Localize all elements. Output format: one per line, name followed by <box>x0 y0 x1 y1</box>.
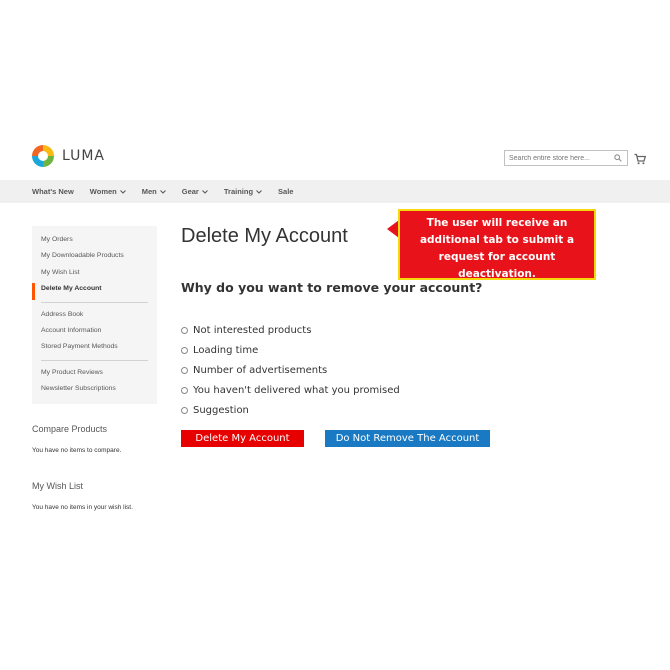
reason-options: Not interested products Loading time Numbe… <box>181 320 400 420</box>
search-icon[interactable] <box>611 151 625 165</box>
luma-logo[interactable]: LUMA <box>32 145 105 167</box>
reason-option-label: Suggestion <box>193 404 249 416</box>
main-navigation: What's New Women Men Gear Training Sale <box>0 180 670 203</box>
reason-option-label: You haven't delivered what you promised <box>193 384 400 396</box>
chevron-down-icon <box>256 187 262 196</box>
radio-button[interactable] <box>181 386 188 394</box>
reason-option[interactable]: Not interested products <box>181 320 400 340</box>
chevron-down-icon <box>202 187 208 196</box>
nav-item-label: Sale <box>278 187 294 196</box>
sidebar-item-my-downloadable-products[interactable]: My Downloadable Products <box>32 250 157 266</box>
sidebar-divider <box>41 301 148 303</box>
callout-annotation: The user will receive an additional tab … <box>398 209 596 280</box>
nav-item-label: Gear <box>181 187 199 196</box>
nav-item-what-s-new[interactable]: What's New <box>32 187 74 196</box>
search-box <box>504 150 628 166</box>
chevron-down-icon <box>119 187 126 196</box>
compare-products-text: You have no items to compare. <box>32 447 122 454</box>
reason-option-label: Loading time <box>193 344 259 356</box>
reason-option[interactable]: Number of advertisements <box>181 360 400 380</box>
sidebar-item-newsletter-subscriptions[interactable]: Newsletter Subscriptions <box>32 383 157 399</box>
wishlist-text: You have no items in your wish list. <box>32 504 133 511</box>
sidebar-item-my-orders[interactable]: My Orders <box>32 234 157 250</box>
logo-text: LUMA <box>62 148 106 164</box>
reason-option[interactable]: You haven't delivered what you promised <box>181 380 400 400</box>
page-title: Delete My Account <box>181 225 348 247</box>
sidebar-item-stored-payment-methods[interactable]: Stored Payment Methods <box>32 341 157 357</box>
keep-account-button[interactable]: Do Not Remove The Account <box>325 430 490 447</box>
sidebar-item-my-wish-list[interactable]: My Wish List <box>32 267 157 283</box>
logo-icon <box>32 145 54 167</box>
sidebar-item-my-product-reviews[interactable]: My Product Reviews <box>32 367 157 383</box>
radio-button[interactable] <box>181 326 188 334</box>
sidebar-item-account-information[interactable]: Account Information <box>32 325 157 341</box>
reason-option[interactable]: Loading time <box>181 340 400 360</box>
sidebar-divider <box>41 359 148 361</box>
nav-item-gear[interactable]: Gear <box>182 187 208 196</box>
nav-item-sale[interactable]: Sale <box>278 187 293 196</box>
radio-button[interactable] <box>181 406 188 414</box>
account-navigation: My Orders My Downloadable Products My Wish… <box>32 226 157 404</box>
nav-item-women[interactable]: Women <box>90 187 126 196</box>
radio-button[interactable] <box>181 346 188 354</box>
nav-item-training[interactable]: Training <box>224 187 262 196</box>
nav-item-label: Men <box>141 187 157 196</box>
reason-option-label: Not interested products <box>193 324 312 336</box>
nav-item-label: Women <box>89 187 117 196</box>
reason-option-label: Number of advertisements <box>193 364 328 376</box>
wishlist-title: My Wish List <box>32 481 84 491</box>
sidebar-item-address-book[interactable]: Address Book <box>32 309 157 325</box>
callout-line: The user will receive an <box>426 217 568 229</box>
callout-line: additional tab to submit a <box>419 234 575 246</box>
nav-item-label: What's New <box>32 187 74 196</box>
reason-option[interactable]: Suggestion <box>181 400 400 420</box>
compare-products-title: Compare Products <box>32 424 108 434</box>
cart-icon[interactable] <box>634 152 647 165</box>
nav-item-men[interactable]: Men <box>142 187 166 196</box>
chevron-down-icon <box>159 187 166 196</box>
nav-item-label: Training <box>223 187 254 196</box>
sidebar-item-delete-my-account[interactable]: Delete My Account <box>32 283 157 300</box>
delete-account-button[interactable]: Delete My Account <box>181 430 304 447</box>
callout-line: request for account deactivation. <box>438 251 556 280</box>
radio-button[interactable] <box>181 366 188 374</box>
search-input[interactable] <box>505 154 611 162</box>
